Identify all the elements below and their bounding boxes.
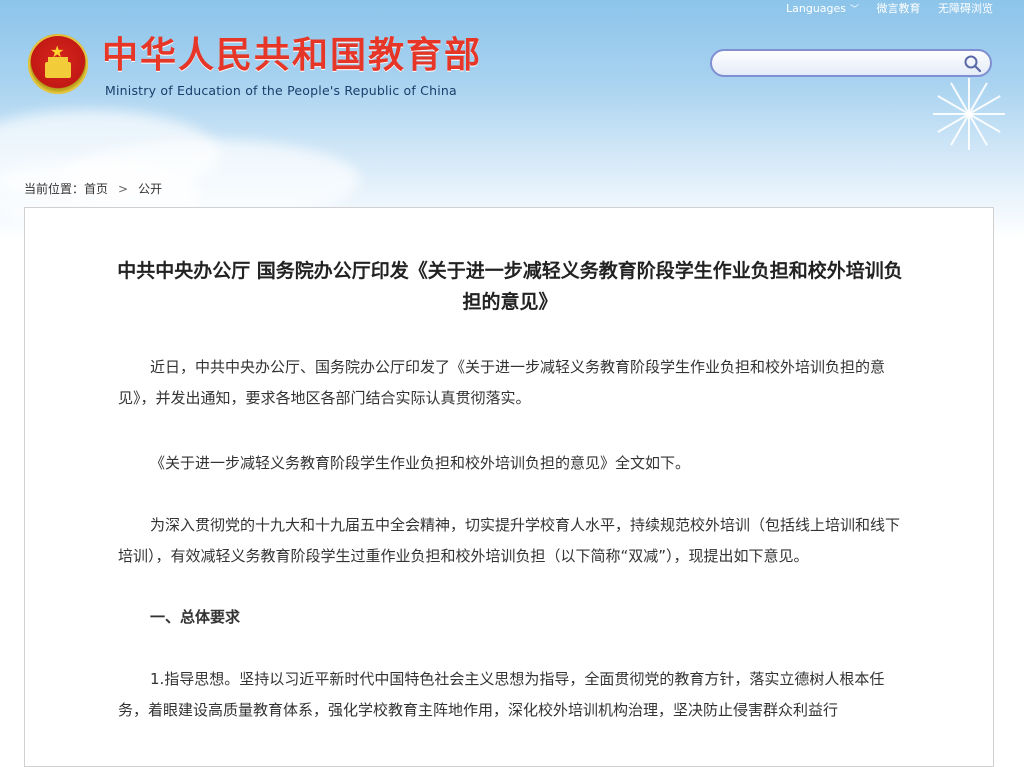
search-input[interactable] — [722, 54, 966, 74]
national-emblem-logo[interactable]: ★ — [28, 34, 88, 94]
breadcrumb-public[interactable]: 公开 — [138, 182, 162, 196]
site-subtitle: Ministry of Education of the People's Re… — [105, 83, 457, 98]
search-icon[interactable] — [963, 54, 983, 74]
article-title: 中共中央办公厅 国务院办公厅印发《关于进一步减轻义务教育阶段学生作业负担和校外培… — [117, 260, 903, 313]
chevron-down-icon[interactable]: ﹀ — [850, 5, 859, 15]
search-box — [710, 49, 992, 77]
weiyan-education-link[interactable]: 微言教育 — [877, 2, 921, 15]
languages-link[interactable]: Languages — [786, 2, 846, 15]
article-paragraph: 《关于进一步减轻义务教育阶段学生作业负担和校外培训负担的意见》全文如下。 — [150, 454, 691, 472]
breadcrumb: 当前位置：首页 > 公开 — [24, 180, 162, 197]
breadcrumb-separator: > — [118, 182, 129, 196]
breadcrumb-home[interactable]: 首页 — [84, 182, 108, 196]
article-container: 中共中央办公厅 国务院办公厅印发《关于进一步减轻义务教育阶段学生作业负担和校外培… — [24, 207, 994, 767]
top-links: Languages ﹀ 微言教育 无障碍浏览 — [786, 0, 1007, 15]
section-heading: 一、总体要求 — [150, 608, 241, 626]
article-paragraph: 为深入贯彻党的十九大和十九届五中全会精神，切实提升学校育人水平，持续规范校外培训… — [118, 516, 901, 565]
breadcrumb-label: 当前位置： — [24, 182, 85, 196]
article-paragraph: 近日，中共中央办公厅、国务院办公厅印发了《关于进一步减轻义务教育阶段学生作业负担… — [118, 358, 886, 407]
site-title[interactable]: 中华人民共和国教育部 — [102, 34, 482, 78]
accessibility-link[interactable]: 无障碍浏览 — [938, 2, 993, 15]
article-paragraph: 1.指导思想。坚持以习近平新时代中国特色社会主义思想为指导，全面贯彻党的教育方针… — [118, 670, 885, 719]
